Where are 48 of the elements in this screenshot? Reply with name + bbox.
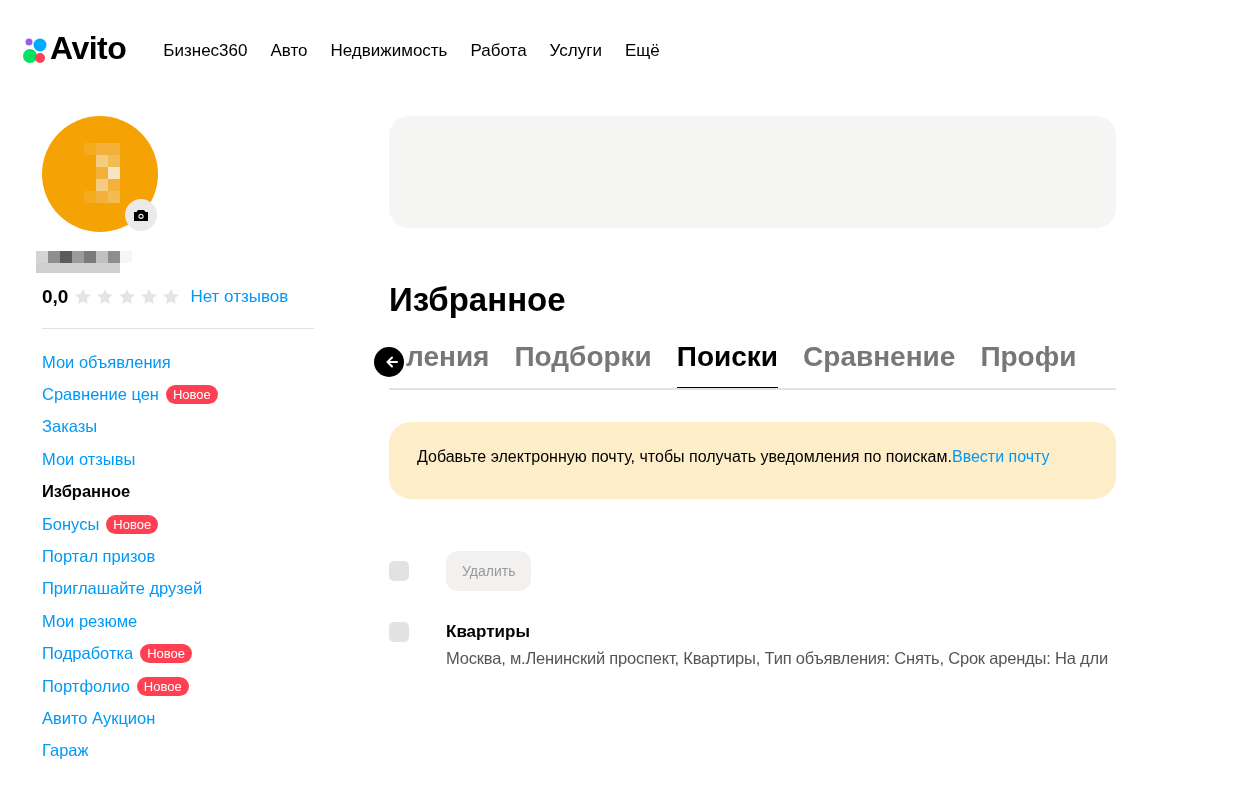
reviews-link[interactable]: Нет отзывов: [190, 287, 289, 307]
tab[interactable]: Поиски: [676, 335, 779, 388]
new-badge: Новое: [140, 644, 193, 664]
search-checkbox[interactable]: [389, 622, 409, 642]
camera-icon: [133, 207, 149, 223]
tab[interactable]: ления: [406, 335, 490, 388]
select-all-checkbox[interactable]: [389, 561, 409, 581]
sidebar-item[interactable]: Мои отзывы: [42, 449, 136, 469]
logo[interactable]: Avito: [23, 32, 127, 64]
add-email-link[interactable]: Ввести почту: [951, 448, 1050, 465]
arrow-left-icon: [384, 354, 400, 370]
sidebar-item[interactable]: Авито Аукцион: [42, 709, 156, 728]
tab[interactable]: Подборки: [514, 335, 652, 388]
sidebar-item[interactable]: Подработка: [42, 644, 134, 664]
tab[interactable]: Сравнение: [803, 335, 956, 388]
sidebar-item[interactable]: Заказы: [42, 417, 98, 437]
sidebar-item[interactable]: Мои резюме: [42, 611, 138, 631]
nav-link[interactable]: Недвижимость: [330, 35, 448, 61]
rating-value: 0,0: [42, 286, 69, 308]
star-icon: [140, 288, 159, 306]
logo-dots-icon: [23, 37, 47, 64]
star-icon: [96, 288, 115, 306]
sidebar-item[interactable]: Портал призов: [42, 547, 156, 567]
sidebar-item[interactable]: Бонусы: [42, 514, 100, 534]
new-badge: Новое: [165, 385, 218, 405]
sidebar-item[interactable]: Избранное: [42, 482, 131, 502]
nav-link[interactable]: Авто: [270, 35, 308, 61]
nav-link[interactable]: Услуги: [549, 35, 602, 61]
sidebar-item[interactable]: Приглашайте друзей: [42, 579, 203, 599]
nav-link[interactable]: Работа: [470, 35, 527, 61]
sidebar-item[interactable]: Сравнение цен: [42, 385, 159, 405]
star-icon: [74, 288, 93, 306]
search-description: Москва, м.Ленинский проспект, Квартиры, Тип объявления: Снять, Срок аренды: На дли: [446, 648, 1108, 669]
new-badge: Новое: [136, 676, 189, 696]
star-icon: [118, 288, 137, 306]
star-icon: [162, 288, 181, 306]
search-title[interactable]: Квартиры: [446, 620, 1108, 644]
camera-button[interactable]: [125, 199, 157, 231]
nav-link[interactable]: Ещё: [624, 35, 660, 61]
notice-text: Добавьте электронную почту, чтобы получать уведомления по поискам.Ввести почту: [417, 447, 1051, 467]
scroll-left-button[interactable]: [374, 347, 404, 377]
sidebar-item[interactable]: Гараж: [42, 741, 89, 761]
sidebar-item[interactable]: Портфолио: [42, 676, 130, 696]
new-badge: Новое: [106, 514, 159, 534]
nav-link[interactable]: Бизнес360: [163, 35, 248, 61]
page-title: Избранное: [389, 280, 567, 320]
sidebar-item[interactable]: Мои объявления: [42, 352, 171, 372]
tab[interactable]: Профи: [980, 335, 1077, 388]
